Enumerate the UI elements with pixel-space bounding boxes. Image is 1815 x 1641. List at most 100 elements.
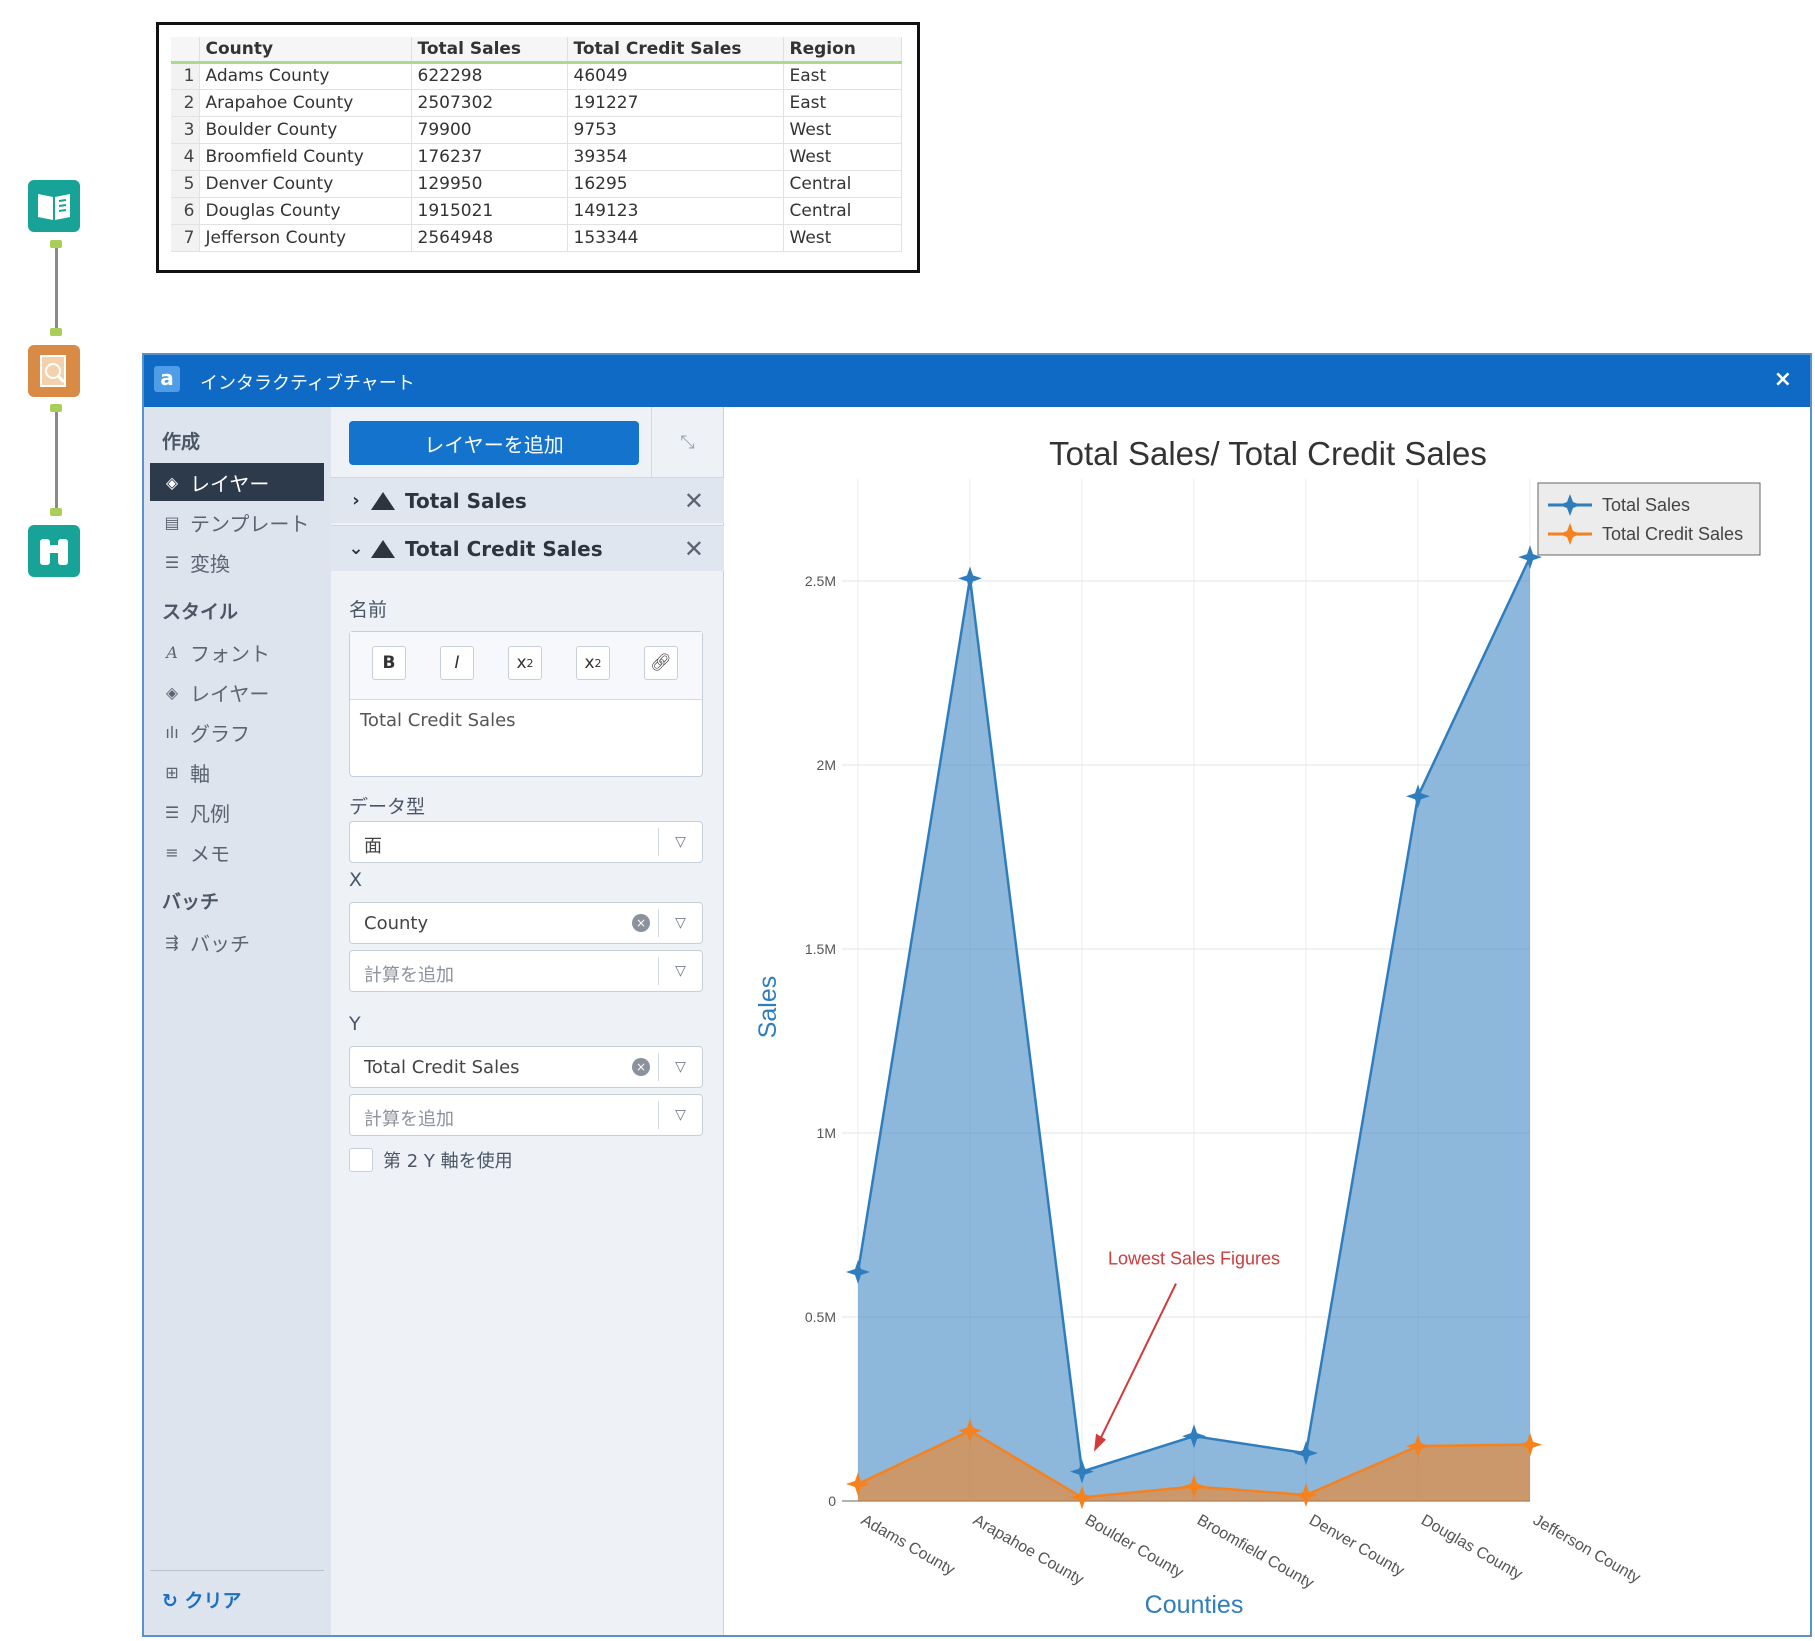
chevron-right-icon: › xyxy=(352,490,360,511)
nav-item-label: 凡例 xyxy=(190,801,230,826)
nav-item-memo[interactable]: ≡ メモ xyxy=(150,833,324,871)
chart-preview: Total Sales/ Total Credit Sales 0 0.5M 1M 1.… xyxy=(724,407,1810,1635)
subscript-button[interactable]: x2 xyxy=(508,646,542,680)
chevron-down-icon: ▽ xyxy=(658,1101,702,1129)
annotation-text: Lowest Sales Figures xyxy=(1108,1249,1280,1269)
data-grid: County Total Sales Total Credit Sales Re… xyxy=(171,37,902,252)
book-icon xyxy=(38,194,70,220)
table-row: 1 Adams County 622298 46049 East xyxy=(171,62,902,90)
y-tick-label: 0.5M xyxy=(805,1309,836,1325)
dialog-titlebar: a インタラクティブチャート × xyxy=(144,355,1810,407)
interactive-chart-tool[interactable] xyxy=(28,345,80,397)
nav-item-transform[interactable]: ☰ 変換 xyxy=(150,543,324,581)
table-row: 4 Broomfield County 176237 39354 West xyxy=(171,143,902,171)
cell-total-sales: 176237 xyxy=(411,143,568,171)
chart-title: Total Sales/ Total Credit Sales xyxy=(1049,435,1487,472)
collapse-icon[interactable]: ⤡ xyxy=(651,407,723,477)
dialog-title: インタラクティブチャート xyxy=(200,373,415,394)
font-icon: A xyxy=(166,642,178,662)
grid-icon: ⊞ xyxy=(165,762,179,782)
y-tick-label: 2.5M xyxy=(805,573,836,589)
layers-icon: ◈ xyxy=(165,472,179,492)
y-add-calculation-select[interactable]: 計算を追加 ▽ xyxy=(349,1094,703,1136)
area-chart: Total Sales/ Total Credit Sales 0 0.5M 1M 1.… xyxy=(754,435,1761,1619)
remove-layer-icon[interactable]: ✕ xyxy=(684,487,704,515)
name-text[interactable]: Total Credit Sales xyxy=(360,710,516,731)
legend-item-label[interactable]: Total Sales xyxy=(1602,495,1690,515)
clear-button[interactable]: ↻ クリア xyxy=(162,1586,242,1613)
bold-button[interactable]: B xyxy=(372,646,406,680)
italic-button[interactable]: I xyxy=(440,646,474,680)
link-icon[interactable]: 🔗︎ xyxy=(644,646,678,680)
bar-chart-icon: ılı xyxy=(165,722,179,742)
checkbox-box[interactable] xyxy=(349,1148,373,1172)
cell-county: Jefferson County xyxy=(199,224,412,252)
divider xyxy=(150,1570,324,1571)
data-type-select[interactable]: 面 ▽ xyxy=(349,821,703,863)
browse-tool[interactable] xyxy=(28,525,80,577)
cell-county: Arapahoe County xyxy=(199,89,412,117)
cell-total-credit-sales: 39354 xyxy=(567,143,784,171)
nav-item-label: 軸 xyxy=(190,761,210,786)
list-icon: ☰ xyxy=(164,802,180,822)
nav-section-style: スタイル xyxy=(162,601,239,623)
cell-region: Central xyxy=(783,197,902,225)
nav-item-template[interactable]: ▤ テンプレート xyxy=(150,503,324,541)
binoculars-icon xyxy=(40,539,68,565)
nav-item-axis[interactable]: ⊞ 軸 xyxy=(150,753,324,791)
nav-item-graph[interactable]: ılı グラフ xyxy=(150,713,324,751)
checkbox-label: 第 2 Y 軸を使用 xyxy=(383,1151,513,1172)
cell-total-sales: 79900 xyxy=(411,116,568,144)
secondary-y-axis-checkbox[interactable]: 第 2 Y 軸を使用 xyxy=(349,1147,513,1173)
chevron-down-icon: ▽ xyxy=(658,909,702,937)
layer-item-total-sales[interactable]: › Total Sales ✕ xyxy=(331,477,724,523)
annotation-arrow xyxy=(1099,1283,1177,1441)
row-number: 6 xyxy=(171,197,200,225)
table-row: 3 Boulder County 79900 9753 West xyxy=(171,116,902,144)
cell-total-credit-sales: 16295 xyxy=(567,170,784,198)
nav-item-batch[interactable]: ⇶ バッチ xyxy=(150,923,324,961)
nav-item-label: グラフ xyxy=(190,721,250,746)
column-header[interactable]: Total Sales xyxy=(411,37,568,64)
x-add-calculation-select[interactable]: 計算を追加 ▽ xyxy=(349,950,703,992)
add-layer-button[interactable]: レイヤーを追加 xyxy=(349,421,639,465)
cell-region: East xyxy=(783,62,902,90)
layer-config-panel: レイヤーを追加 ⤡ › Total Sales ✕ ⌄ Total Credit… xyxy=(331,407,724,1635)
column-header[interactable]: Total Credit Sales xyxy=(567,37,784,64)
superscript-button[interactable]: x2 xyxy=(576,646,610,680)
batch-icon: ⇶ xyxy=(165,932,179,952)
row-number: 2 xyxy=(171,89,200,117)
clear-icon[interactable]: × xyxy=(632,1058,650,1076)
x-tick-label: Adams County xyxy=(858,1512,957,1579)
nav-item-style-layer[interactable]: ◈ レイヤー xyxy=(150,673,324,711)
nav-item-label: レイヤー xyxy=(190,681,270,706)
data-point[interactable] xyxy=(958,566,982,591)
name-rich-text-editor[interactable]: B I x2 x2 🔗︎ Total Credit Sales xyxy=(349,631,703,777)
layer-item-total-credit-sales[interactable]: ⌄ Total Credit Sales ✕ xyxy=(331,525,724,571)
input-data-tool[interactable] xyxy=(28,180,80,232)
text-lines-icon: ≡ xyxy=(165,842,179,862)
table-row: 5 Denver County 129950 16295 Central xyxy=(171,170,902,198)
x-tick-label: Broomfield County xyxy=(1194,1512,1316,1593)
nav-item-layer[interactable]: ◈ レイヤー xyxy=(150,463,324,501)
cell-county: Denver County xyxy=(199,170,412,198)
nav-item-legend[interactable]: ☰ 凡例 xyxy=(150,793,324,831)
cell-region: East xyxy=(783,89,902,117)
nav-item-font[interactable]: A フォント xyxy=(150,633,324,671)
y-tick-label: 1.5M xyxy=(805,941,836,957)
y-tick-label: 2M xyxy=(817,757,836,773)
clear-icon[interactable]: × xyxy=(632,914,650,932)
y-tick-label: 1M xyxy=(817,1125,836,1141)
cell-total-credit-sales: 46049 xyxy=(567,62,784,90)
close-button[interactable]: × xyxy=(1774,367,1792,392)
area-chart-icon xyxy=(371,491,395,510)
annotation-arrowhead xyxy=(1094,1433,1106,1452)
y-field-select[interactable]: Total Credit Sales × ▽ xyxy=(349,1046,703,1088)
column-header[interactable]: Region xyxy=(783,37,902,64)
column-header[interactable]: County xyxy=(199,37,412,64)
x-field-select[interactable]: County × ▽ xyxy=(349,902,703,944)
row-number: 3 xyxy=(171,116,200,144)
cell-total-sales: 622298 xyxy=(411,62,568,90)
legend-item-label[interactable]: Total Credit Sales xyxy=(1602,524,1743,544)
remove-layer-icon[interactable]: ✕ xyxy=(684,535,704,563)
